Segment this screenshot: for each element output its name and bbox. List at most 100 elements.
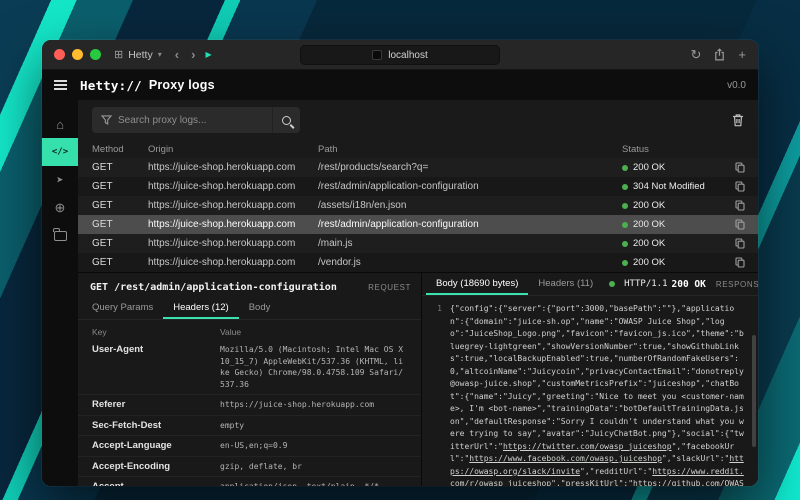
column-status: Status [622, 144, 726, 155]
site-favicon [372, 50, 382, 60]
header-row: Accept application/json, text/plain, */* [78, 477, 421, 486]
column-origin: Origin [148, 144, 318, 155]
log-row[interactable]: GET https://juice-shop.herokuapp.com /re… [78, 158, 758, 177]
sidebar-item-projects[interactable] [42, 222, 78, 250]
log-path: /main.js [318, 238, 622, 249]
log-status: 200 OK [622, 219, 726, 230]
log-method: GET [92, 181, 148, 192]
response-panel: Body (18690 bytes) Headers (11) HTTP/1.1… [422, 273, 758, 486]
header-key: Accept-Language [92, 440, 220, 451]
copy-url-button[interactable] [726, 238, 754, 249]
sidebar: ⌂ </> ➤ ⊕ [42, 100, 78, 486]
header-key: Accept [92, 481, 220, 486]
app-header: Hetty:// Proxy logs v0.0 [42, 70, 758, 100]
close-window-button[interactable] [54, 49, 65, 60]
request-label: REQUEST [360, 283, 411, 292]
line-number: 1 [430, 303, 442, 486]
titlebar-actions: ↻ + [691, 47, 747, 63]
main-content: Method Origin Path Status GET https://ju… [78, 100, 758, 486]
log-method: GET [92, 162, 148, 173]
zoom-window-button[interactable] [90, 49, 101, 60]
filter-icon [92, 115, 118, 125]
log-status: 200 OK [622, 200, 726, 211]
log-row[interactable]: GET https://juice-shop.herokuapp.com /ma… [78, 234, 758, 253]
sidebar-item-proxy-logs[interactable]: </> [42, 138, 78, 166]
log-method: GET [92, 257, 148, 268]
log-origin: https://juice-shop.herokuapp.com [148, 181, 318, 192]
window-icon: ⊞ [114, 48, 123, 61]
traffic-lights [54, 49, 101, 60]
window-titlebar: ⊞ Hetty ▾ ‹ › ▶ localhost ↻ + [42, 40, 758, 70]
tab-request-headers[interactable]: Headers (12) [163, 297, 238, 319]
log-row[interactable]: GET https://juice-shop.herokuapp.com /re… [78, 177, 758, 196]
copy-url-button[interactable] [726, 181, 754, 192]
header-value: en-US,en;q=0.9 [220, 440, 407, 452]
copy-url-button[interactable] [726, 162, 754, 173]
log-row[interactable]: GET https://juice-shop.herokuapp.com /as… [78, 196, 758, 215]
response-tabs: Body (18690 bytes) Headers (11) HTTP/1.1… [422, 273, 758, 296]
log-status: 200 OK [622, 238, 726, 249]
record-indicator-icon: ▶ [205, 50, 211, 59]
log-method: GET [92, 200, 148, 211]
response-label: RESPONSE [716, 280, 758, 289]
search-button[interactable] [272, 107, 300, 133]
tab-request-body[interactable]: Body [239, 297, 281, 319]
search-icon [282, 116, 291, 125]
log-row[interactable]: GET https://juice-shop.herokuapp.com /re… [78, 215, 758, 234]
header-row: User-Agent Mozilla/5.0 (Macintosh; Intel… [78, 340, 421, 395]
url-bar[interactable]: localhost [300, 45, 500, 65]
header-row: Referer https://juice-shop.herokuapp.com [78, 395, 421, 416]
hamburger-menu-button[interactable] [54, 80, 67, 90]
header-value: Mozilla/5.0 (Macintosh; Intel Mac OS X 1… [220, 344, 407, 390]
app-window: ⊞ Hetty ▾ ‹ › ▶ localhost ↻ + Hetty:// P… [42, 40, 758, 486]
back-button[interactable]: ‹ [175, 47, 179, 62]
app-menu[interactable]: ⊞ Hetty ▾ [114, 48, 162, 61]
share-button[interactable] [714, 48, 725, 61]
app-logo: Hetty:// [80, 78, 142, 93]
folder-icon [54, 231, 67, 241]
sidebar-item-sender[interactable]: ➤ [42, 166, 78, 194]
sidebar-item-scope[interactable]: ⊕ [42, 194, 78, 222]
header-key: User-Agent [92, 344, 220, 355]
log-table-header: Method Origin Path Status [78, 140, 758, 158]
reload-button[interactable]: ↻ [691, 47, 702, 63]
forward-button[interactable]: › [191, 47, 195, 62]
clear-logs-button[interactable] [732, 113, 744, 127]
search-input[interactable] [118, 115, 272, 126]
log-origin: https://juice-shop.herokuapp.com [148, 200, 318, 211]
log-method: GET [92, 238, 148, 249]
nav-arrows: ‹ › [175, 47, 196, 62]
sidebar-item-home[interactable]: ⌂ [42, 110, 78, 138]
chevron-down-icon: ▾ [158, 50, 162, 59]
code-icon: </> [52, 147, 68, 157]
response-scrollbar[interactable] [752, 335, 756, 447]
log-origin: https://juice-shop.herokuapp.com [148, 162, 318, 173]
tab-response-body[interactable]: Body (18690 bytes) [426, 273, 528, 295]
minimize-window-button[interactable] [72, 49, 83, 60]
tab-response-headers[interactable]: Headers (11) [528, 273, 603, 295]
new-tab-button[interactable]: + [738, 47, 746, 62]
copy-url-button[interactable] [726, 219, 754, 230]
app-menu-label: Hetty [128, 49, 153, 61]
log-row[interactable]: GET https://juice-shop.herokuapp.com /ve… [78, 253, 758, 272]
header-value: application/json, text/plain, */* [220, 481, 407, 486]
tab-query-params[interactable]: Query Params [82, 297, 163, 319]
copy-url-button[interactable] [726, 257, 754, 268]
copy-url-button[interactable] [726, 200, 754, 211]
header-key: Sec-Fetch-Dest [92, 420, 220, 431]
request-headers-table: User-Agent Mozilla/5.0 (Macintosh; Intel… [78, 340, 421, 486]
log-status: 304 Not Modified [622, 181, 726, 192]
detail-panels: GET /rest/admin/application-configuratio… [78, 272, 758, 486]
request-panel: GET /rest/admin/application-configuratio… [78, 273, 422, 486]
status-proto: HTTP/1.1 [624, 279, 667, 289]
header-value: gzip, deflate, br [220, 461, 407, 473]
request-title: GET /rest/admin/application-configuratio… [90, 282, 337, 293]
url-text: localhost [388, 50, 427, 61]
log-path: /assets/i18n/en.json [318, 200, 622, 211]
log-path: /rest/products/search?q= [318, 162, 622, 173]
status-dot-icon [622, 165, 628, 171]
log-status: 200 OK [622, 257, 726, 268]
log-method: GET [92, 219, 148, 230]
column-path: Path [318, 144, 622, 155]
status-code: 200 OK [672, 279, 706, 290]
